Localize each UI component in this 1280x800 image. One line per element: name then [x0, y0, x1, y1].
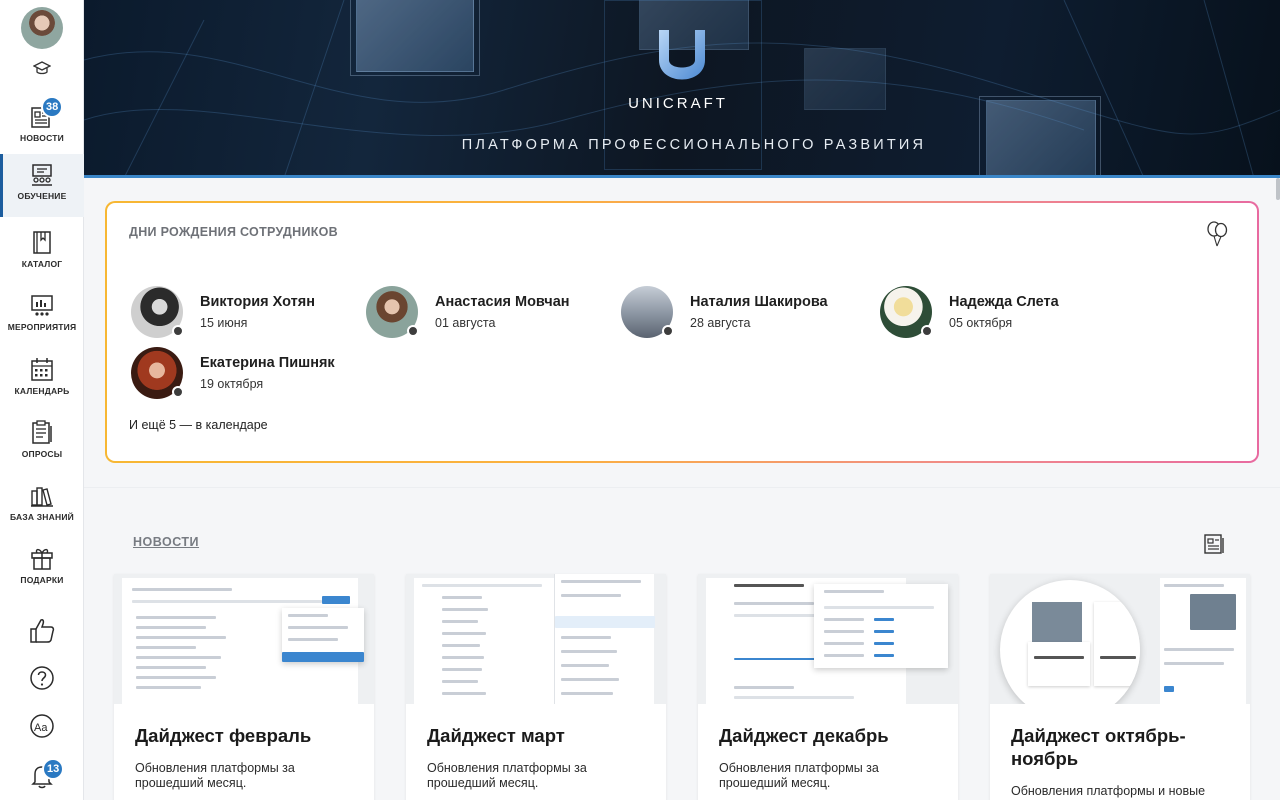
birthday-person[interactable]: Виктория Хотян 15 июня — [131, 286, 315, 338]
status-dot — [172, 325, 184, 337]
status-dot — [172, 386, 184, 398]
thumbs-up-icon[interactable] — [28, 616, 56, 644]
calendar-icon — [31, 358, 53, 381]
avatar — [366, 286, 419, 338]
birthday-person[interactable]: Анастасия Мовчан 01 августа — [366, 286, 570, 338]
news-card[interactable]: Дайджест февраль Обновления платформы за… — [114, 574, 374, 800]
gift-icon — [31, 548, 53, 570]
hero-tagline: ПЛАТФОРМА ПРОФЕССИОНАЛЬНОГО РАЗВИТИЯ — [461, 137, 927, 153]
scrollbar-thumb[interactable] — [1276, 178, 1280, 200]
avatar — [131, 286, 184, 338]
news-card-description: Обновления платформы за прошедший месяц. — [427, 761, 587, 790]
books-icon — [31, 487, 53, 507]
status-dot — [921, 325, 933, 337]
clipboard-icon — [32, 420, 52, 444]
birthday-person[interactable]: Екатерина Пишняк 19 октября — [131, 347, 335, 399]
news-card-thumbnail — [990, 574, 1250, 704]
avatar — [131, 347, 184, 399]
sidebar-item-label: МЕРОПРИЯТИЯ — [7, 322, 77, 332]
news-card[interactable]: Дайджест март Обновления платформы за пр… — [406, 574, 666, 800]
news-section-title[interactable]: НОВОСТИ — [133, 535, 199, 549]
language-icon[interactable]: Aa — [28, 712, 56, 740]
news-card-thumbnail — [406, 574, 666, 704]
person-name: Виктория Хотян — [200, 294, 315, 310]
sidebar-item-knowledge-base[interactable]: БАЗА ЗНАНИЙ — [0, 475, 84, 535]
news-card-title: Дайджест февраль — [135, 725, 312, 746]
sidebar-item-label: НОВОСТИ — [20, 133, 64, 143]
sidebar-item-label: ОПРОСЫ — [21, 449, 63, 459]
book-icon — [33, 231, 51, 254]
news-card-title: Дайджест декабрь — [719, 725, 889, 746]
news-card-title: Дайджест март — [427, 725, 565, 746]
sidebar-item-events[interactable]: МЕРОПРИЯТИЯ — [0, 285, 84, 345]
news-card[interactable]: Дайджест октябрь-ноябрь Обновления платф… — [990, 574, 1250, 800]
classroom-icon — [32, 164, 52, 186]
news-card-description: Обновления платформы за прошедший месяц. — [135, 761, 295, 790]
news-card-description: Обновления платформы за прошедший месяц. — [719, 761, 879, 790]
zoom-lens — [1000, 580, 1140, 704]
svg-text:Aa: Aa — [34, 722, 48, 734]
sidebar-item-label: КАТАЛОГ — [21, 259, 63, 269]
news-card[interactable]: Дайджест декабрь Обновления платформы за… — [698, 574, 958, 800]
news-card-title: Дайджест октябрь-ноябрь — [1011, 725, 1186, 769]
birthday-date: 19 октября — [200, 377, 264, 391]
sidebar-item-label: ОБУЧЕНИЕ — [17, 191, 67, 201]
sidebar-item-label: ПОДАРКИ — [20, 575, 64, 585]
news-card-thumbnail — [114, 574, 374, 704]
brand-name: UNICRAFT — [628, 95, 728, 112]
more-birthdays-link[interactable]: И ещё 5 — в календаре — [129, 418, 268, 432]
sidebar-item-gifts[interactable]: ПОДАРКИ — [0, 538, 84, 598]
avatar — [621, 286, 674, 338]
presentation-icon — [31, 295, 53, 316]
balloons-icon[interactable] — [1205, 221, 1229, 247]
person-name: Наталия Шакирова — [690, 294, 828, 310]
avatar — [880, 286, 933, 338]
birthday-person[interactable]: Надежда Слета 05 октября — [880, 286, 1059, 338]
birthday-person[interactable]: Наталия Шакирова 28 августа — [621, 286, 828, 338]
newspaper-icon[interactable] — [1202, 532, 1226, 556]
status-dot — [662, 325, 674, 337]
birthday-date: 15 июня — [200, 316, 248, 330]
person-name: Екатерина Пишняк — [200, 355, 335, 371]
sidebar: НОВОСТИ 38 ОБУЧЕНИЕ КАТАЛОГ МЕРОПРИЯТИЯ … — [0, 0, 84, 800]
unicraft-logo — [659, 30, 705, 80]
birthdays-card: ДНИ РОЖДЕНИЯ СОТРУДНИКОВ Виктория Хотян 1… — [105, 201, 1259, 463]
status-dot — [407, 325, 419, 337]
birthday-date: 05 октября — [949, 316, 1013, 330]
news-card-thumbnail — [698, 574, 958, 704]
hero-banner: UNICRAFT ПЛАТФОРМА ПРОФЕССИОНАЛЬНОГО РАЗ… — [84, 0, 1280, 178]
sidebar-item-catalog[interactable]: КАТАЛОГ — [0, 222, 84, 282]
graduation-cap-icon[interactable] — [33, 61, 51, 77]
person-name: Надежда Слета — [949, 294, 1059, 310]
user-avatar[interactable] — [21, 7, 63, 49]
sidebar-item-surveys[interactable]: ОПРОСЫ — [0, 412, 84, 472]
sidebar-item-label: КАЛЕНДАРЬ — [14, 386, 70, 396]
birthday-date: 01 августа — [435, 316, 496, 330]
news-section: НОВОСТИ Дайджест февраль Обновления плат… — [84, 487, 1280, 800]
birthday-date: 28 августа — [690, 316, 751, 330]
notifications-count-badge: 13 — [42, 758, 65, 780]
help-icon[interactable] — [28, 664, 56, 692]
birthdays-title: ДНИ РОЖДЕНИЯ СОТРУДНИКОВ — [129, 225, 339, 239]
news-card-description: Обновления платформы и новые — [1011, 784, 1206, 798]
sidebar-item-learning[interactable]: ОБУЧЕНИЕ — [0, 154, 84, 217]
sidebar-item-calendar[interactable]: КАЛЕНДАРЬ — [0, 349, 84, 409]
sidebar-item-label: БАЗА ЗНАНИЙ — [10, 512, 74, 522]
person-name: Анастасия Мовчан — [435, 294, 570, 310]
